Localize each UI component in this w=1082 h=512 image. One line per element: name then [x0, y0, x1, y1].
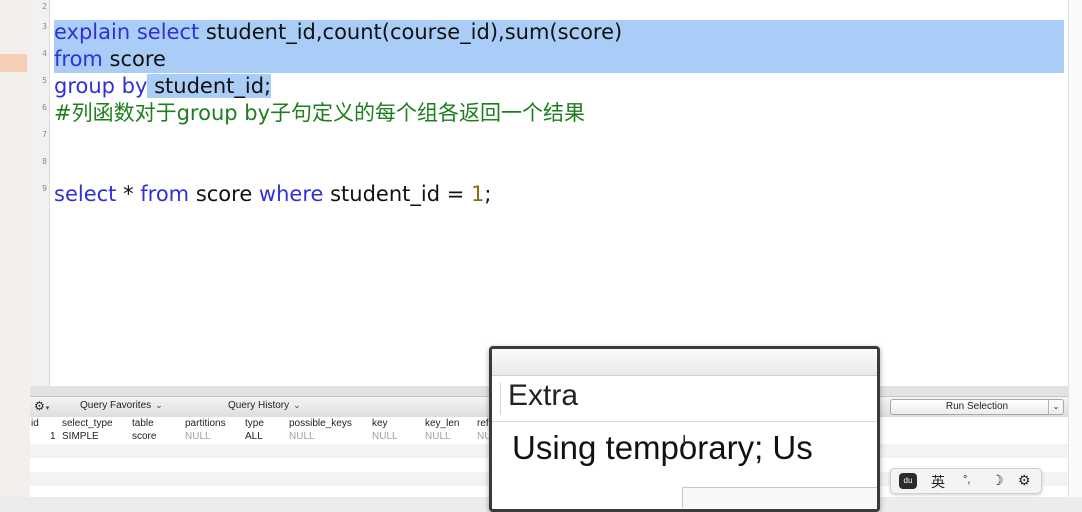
run-selection-button[interactable]: Run Selection ⌄ [890, 399, 1064, 415]
zoom-lens-popup: Extra Using temporary; Us I [489, 346, 880, 512]
code-line[interactable]: explain select student_id,count(course_i… [54, 19, 622, 46]
table-cell: NULL [289, 431, 315, 442]
input-method-bar[interactable]: du 英 °, ☽ ⚙ [890, 468, 1042, 494]
column-header-ref[interactable]: ref [477, 418, 489, 429]
sidebar [0, 0, 30, 497]
baidu-ime-logo-icon[interactable]: du [899, 473, 917, 489]
table-cell: NULL [185, 431, 211, 442]
table-cell: NULL [425, 431, 451, 442]
column-header-table[interactable]: table [132, 418, 154, 429]
editor-scrollbar[interactable] [1068, 0, 1082, 497]
gear-icon: ⚙ [34, 399, 45, 413]
run-selection-label: Run Selection [945, 401, 1009, 412]
text-cursor-icon: I [682, 433, 687, 450]
line-number: 4 [42, 49, 47, 58]
sql-keyword: from [54, 47, 103, 71]
column-header-key-len[interactable]: key_len [425, 418, 459, 429]
query-history-label: Query History [228, 400, 290, 411]
column-header-possible-keys[interactable]: possible_keys [289, 418, 352, 429]
sql-text: student_id,count(course_id),sum(score) [199, 20, 623, 44]
line-number: 7 [42, 130, 47, 139]
table-cell: SIMPLE [62, 431, 99, 442]
code-line[interactable]: group by student_id; [54, 73, 272, 100]
sidebar-selected-item[interactable] [0, 54, 27, 72]
zoom-popup-titlebar [492, 349, 877, 376]
sql-number: 1 [471, 182, 485, 206]
sql-keyword: select [54, 182, 117, 206]
zoom-inner-panel [682, 487, 877, 508]
ime-language-toggle[interactable]: 英 [931, 472, 945, 492]
chevron-down-icon: ⌄ [293, 400, 301, 410]
column-header-id[interactable]: id [31, 418, 39, 429]
line-number-gutter: 2 3 4 5 6 7 8 9 [30, 0, 50, 386]
extra-column-header: Extra [508, 379, 579, 412]
table-cell: 1 [50, 431, 56, 442]
query-history-menu[interactable]: Query History ⌄ [228, 400, 301, 411]
sql-comment: #列函数对于group by子句定义的每个组各返回一个结果 [54, 101, 586, 125]
query-favorites-label: Query Favorites [80, 400, 152, 411]
sql-text: ; [484, 182, 492, 206]
line-number: 6 [42, 103, 47, 112]
sql-text: score [189, 182, 259, 206]
ime-punctuation-toggle[interactable]: °, [963, 474, 970, 486]
sql-text: student_id = [323, 182, 471, 206]
sql-text: student_id; [147, 74, 272, 98]
chevron-down-icon: ⌄ [155, 400, 163, 410]
line-number: 2 [42, 2, 47, 11]
table-cell: NULL [372, 431, 398, 442]
sql-text: score [102, 47, 166, 71]
sql-keyword: group by [54, 74, 148, 98]
sql-text: * [116, 182, 141, 206]
line-number: 8 [42, 157, 47, 166]
query-favorites-menu[interactable]: Query Favorites ⌄ [80, 400, 163, 411]
sql-keyword: explain select [54, 20, 200, 44]
chevron-down-icon[interactable]: ⌄ [1048, 400, 1063, 414]
column-header-select-type[interactable]: select_type [62, 418, 113, 429]
header-divider [492, 421, 877, 422]
line-number: 5 [42, 76, 47, 85]
sql-keyword: from [140, 182, 190, 206]
line-number: 9 [42, 184, 47, 193]
column-header-type[interactable]: type [245, 418, 264, 429]
code-line[interactable]: #列函数对于group by子句定义的每个组各返回一个结果 [54, 100, 585, 127]
moon-icon[interactable]: ☽ [991, 472, 1004, 489]
table-cell: score [132, 431, 157, 442]
code-line[interactable]: select * from score where student_id = 1… [54, 181, 491, 208]
line-number: 3 [42, 22, 47, 31]
column-header-partitions[interactable]: partitions [185, 418, 226, 429]
query-editor[interactable]: 2 3 4 5 6 7 8 9 explain select student_id,count… [30, 0, 1068, 386]
sql-keyword: where [258, 182, 324, 206]
settings-gear-icon[interactable]: ⚙ [1018, 472, 1031, 489]
code-line[interactable]: from score [54, 46, 166, 73]
extra-column-value: Using temporary; Us [512, 429, 813, 466]
table-cell: ALL [245, 431, 263, 442]
column-separator [500, 383, 501, 415]
gear-menu-button[interactable]: ⚙▾ [34, 399, 49, 413]
column-header-key[interactable]: key [372, 418, 388, 429]
